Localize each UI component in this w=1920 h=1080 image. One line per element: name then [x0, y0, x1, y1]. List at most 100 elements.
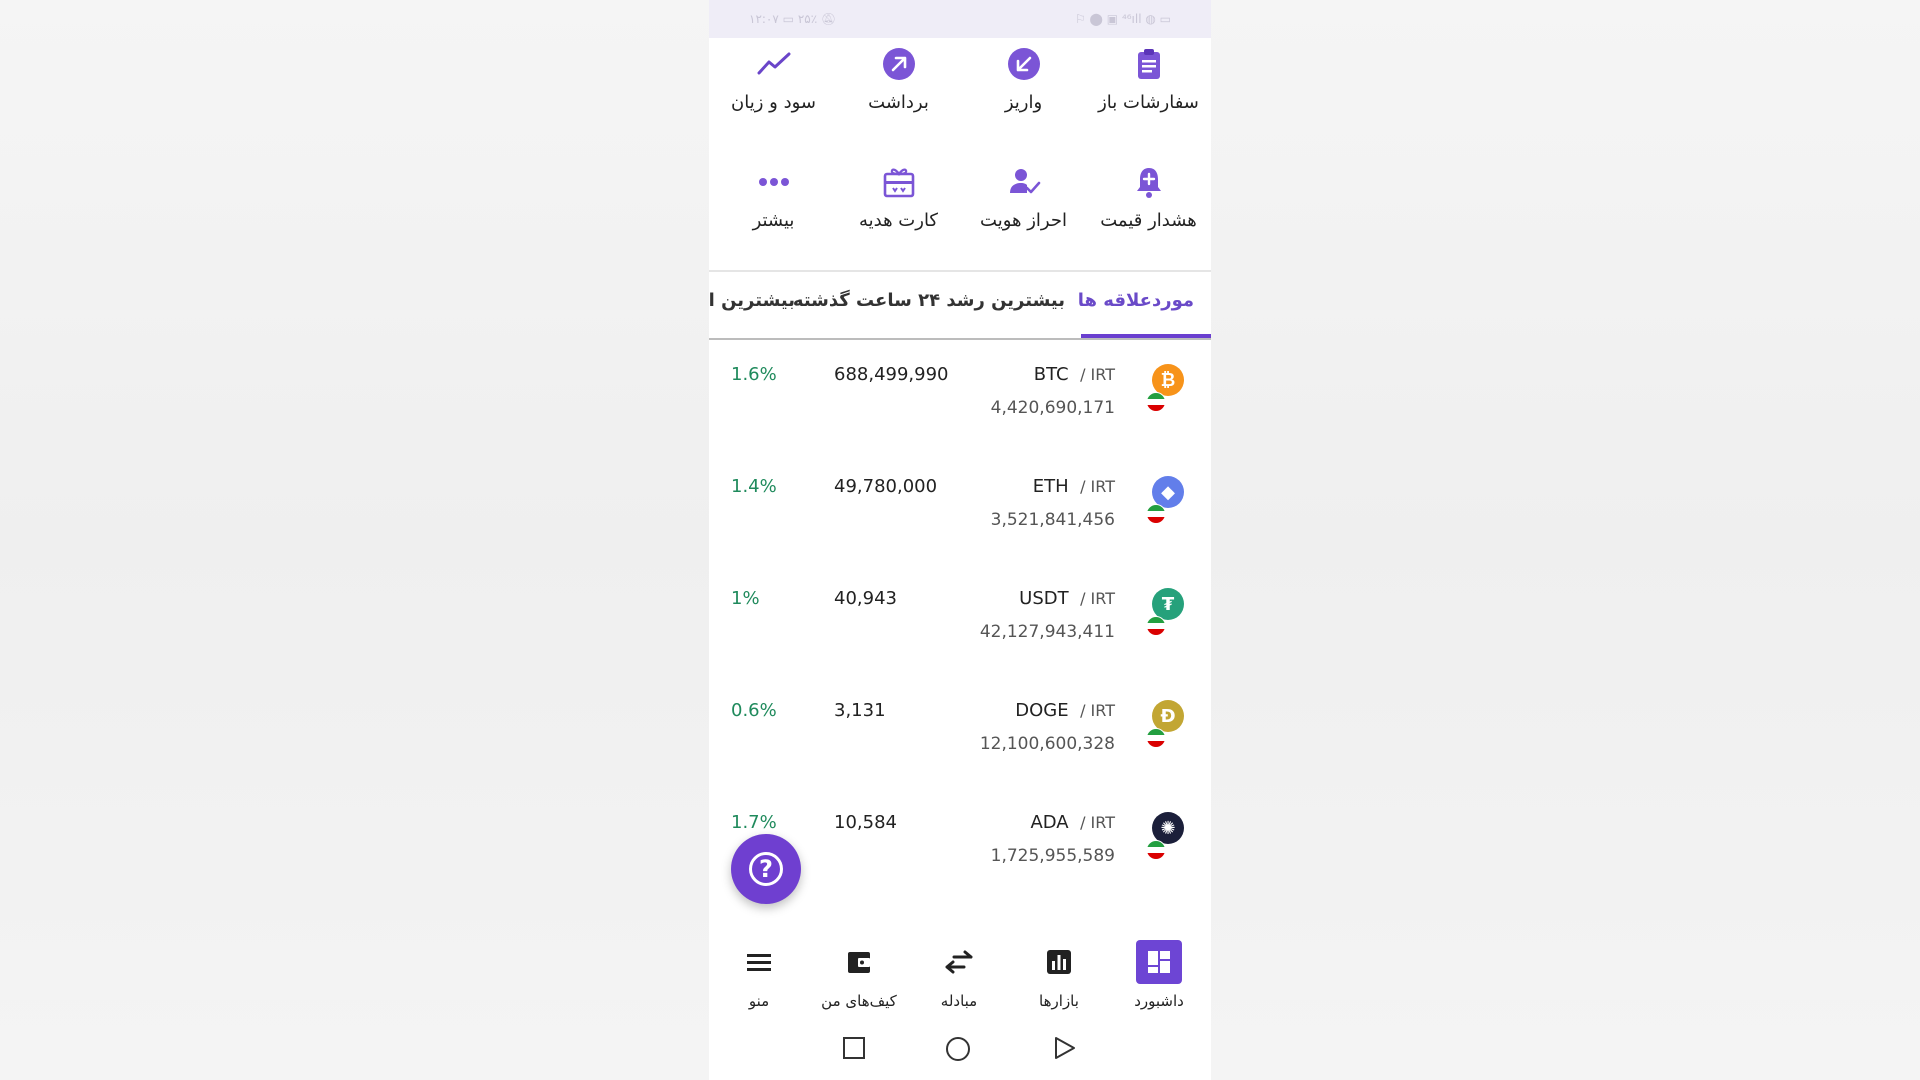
market-pair: BTC / IRT	[1034, 364, 1115, 385]
battery-icon: ▭	[782, 12, 794, 26]
market-volume: 12,100,600,328	[979, 734, 1115, 754]
withdraw-button[interactable]: برداشت	[836, 46, 961, 113]
active-tab-indicator	[1081, 334, 1211, 338]
status-icons: ⚐ ⬤ ▣ ⁴⁶ıll ◍ ▭	[1074, 12, 1171, 26]
market-price: 49,780,000	[834, 476, 938, 497]
menu-icon	[736, 940, 782, 984]
wallet-icon	[836, 940, 882, 984]
market-row-usdt[interactable]: ₮ USDT / IRT 42,127,943,411 40,943 1%	[709, 576, 1211, 688]
market-pair: ADA / IRT	[1030, 812, 1115, 833]
market-quote: / IRT	[1080, 813, 1115, 832]
nav-menu[interactable]: منو	[709, 940, 809, 1010]
market-change: 1.7%	[731, 812, 777, 833]
nav-menu-label: منو	[748, 992, 770, 1010]
mute-icon: 🔕︎	[821, 12, 837, 26]
back-icon[interactable]	[1053, 1036, 1077, 1060]
market-change: 1.4%	[731, 476, 777, 497]
price-alert-button[interactable]: هشدار قیمت	[1086, 164, 1211, 231]
market-volume: 3,521,841,456	[990, 510, 1115, 530]
system-navigation-bar	[709, 1030, 1211, 1070]
market-pair: DOGE / IRT	[1015, 700, 1115, 721]
market-quote: / IRT	[1080, 477, 1115, 496]
market-volume: 4,420,690,171	[990, 398, 1115, 418]
dashboard-icon	[1136, 940, 1182, 984]
market-symbol: ETH	[1032, 476, 1069, 497]
market-quote: / IRT	[1080, 589, 1115, 608]
open-orders-label: سفارشات باز	[1098, 92, 1199, 113]
gift-card-button[interactable]: کارت هدیه	[836, 164, 961, 231]
deposit-label: واریز	[1004, 92, 1043, 113]
tab-most-decliners[interactable]: بیشترین اف	[709, 290, 795, 311]
market-symbol: BTC	[1033, 364, 1069, 385]
question-icon: ?	[749, 852, 783, 886]
video-background-right	[1211, 0, 1920, 1080]
market-price: 3,131	[834, 700, 886, 721]
market-symbol: ADA	[1030, 812, 1069, 833]
market-change: 1%	[731, 588, 760, 609]
market-symbol: USDT	[1019, 588, 1069, 609]
more-label: بیشتر	[752, 210, 795, 231]
arrow-down-left-icon	[1007, 48, 1040, 80]
market-price: 688,499,990	[834, 364, 949, 385]
exchange-arrows-icon	[936, 940, 982, 984]
home-icon[interactable]	[945, 1036, 971, 1062]
identity-verification-label: احراز هویت	[980, 210, 1067, 231]
markets-chart-icon	[1036, 940, 1082, 984]
market-row-eth[interactable]: ◆ ETH / IRT 3,521,841,456 49,780,000 1.4…	[709, 464, 1211, 576]
bell-plus-icon	[1136, 168, 1161, 198]
more-button[interactable]: بیشتر	[711, 164, 836, 231]
nav-markets[interactable]: بازارها	[1009, 940, 1109, 1010]
market-quote: / IRT	[1080, 701, 1115, 720]
market-row-btc[interactable]: ₿ BTC / IRT 4,420,690,171 688,499,990 1.…	[709, 352, 1211, 464]
price-alert-label: هشدار قیمت	[1100, 210, 1197, 231]
market-price: 10,584	[834, 812, 897, 833]
nav-dashboard[interactable]: داشبورد	[1109, 940, 1209, 1010]
market-row-doge[interactable]: Ð DOGE / IRT 12,100,600,328 3,131 0.6%	[709, 688, 1211, 800]
gift-card-label: کارت هدیه	[858, 210, 938, 231]
bottom-navigation: داشبورد بازارها مبادله	[709, 920, 1211, 1020]
market-pair: ETH / IRT	[1033, 476, 1115, 497]
phone-screen: ۱۲:۰۷ ▭ ۲۵٪ 🔕︎ ⚐ ⬤ ▣ ⁴⁶ıll ◍ ▭ سفارشات ب…	[709, 0, 1211, 1080]
more-dots-icon	[758, 178, 789, 186]
iran-flag-icon	[1146, 504, 1166, 524]
nav-exchange[interactable]: مبادله	[909, 940, 1009, 1010]
nav-wallets[interactable]: کیف‌های من	[809, 940, 909, 1010]
clipboard-icon	[1137, 49, 1160, 79]
video-background-left	[0, 0, 709, 1080]
iran-flag-icon	[1146, 392, 1166, 412]
market-symbol: DOGE	[1015, 700, 1069, 721]
market-price: 40,943	[834, 588, 897, 609]
market-volume: 1,725,955,589	[990, 846, 1115, 866]
tab-favorites[interactable]: موردعلاقه ها	[1078, 290, 1194, 311]
arrow-up-right-icon	[882, 48, 915, 80]
market-tabs: موردعلاقه ها بیشترین رشد ۲۴ ساعت گذشته ب…	[709, 272, 1211, 340]
gift-card-icon	[883, 168, 914, 198]
market-pair: USDT / IRT	[1019, 588, 1115, 609]
tab-top-gainers-24h[interactable]: بیشترین رشد ۲۴ ساعت گذشته	[793, 290, 1065, 311]
open-orders-button[interactable]: سفارشات باز	[1086, 46, 1211, 113]
status-time-battery: ۱۲:۰۷ ▭ ۲۵٪ 🔕︎	[749, 12, 836, 26]
help-button[interactable]: ?	[731, 834, 801, 904]
status-bar: ۱۲:۰۷ ▭ ۲۵٪ 🔕︎ ⚐ ⬤ ▣ ⁴⁶ıll ◍ ▭	[709, 0, 1211, 38]
deposit-button[interactable]: واریز	[961, 46, 1086, 113]
recent-apps-icon[interactable]	[842, 1036, 866, 1060]
market-change: 1.6%	[731, 364, 777, 385]
identity-verification-button[interactable]: احراز هویت	[961, 164, 1086, 231]
trend-line-icon	[757, 52, 790, 75]
withdraw-label: برداشت	[868, 92, 929, 113]
status-battery: ۲۵٪	[797, 12, 818, 26]
market-change: 0.6%	[731, 700, 777, 721]
iran-flag-icon	[1146, 728, 1166, 748]
market-quote: / IRT	[1080, 365, 1115, 384]
user-check-icon	[1009, 169, 1040, 194]
nav-wallets-label: کیف‌های من	[821, 992, 897, 1010]
iran-flag-icon	[1146, 616, 1166, 636]
nav-markets-label: بازارها	[1039, 992, 1079, 1010]
status-time: ۱۲:۰۷	[749, 12, 779, 26]
iran-flag-icon	[1146, 840, 1166, 860]
market-volume: 42,127,943,411	[979, 622, 1115, 642]
nav-exchange-label: مبادله	[940, 992, 978, 1010]
profit-loss-button[interactable]: سود و زیان	[711, 46, 836, 113]
profit-loss-label: سود و زیان	[731, 92, 816, 113]
nav-dashboard-label: داشبورد	[1134, 992, 1184, 1010]
